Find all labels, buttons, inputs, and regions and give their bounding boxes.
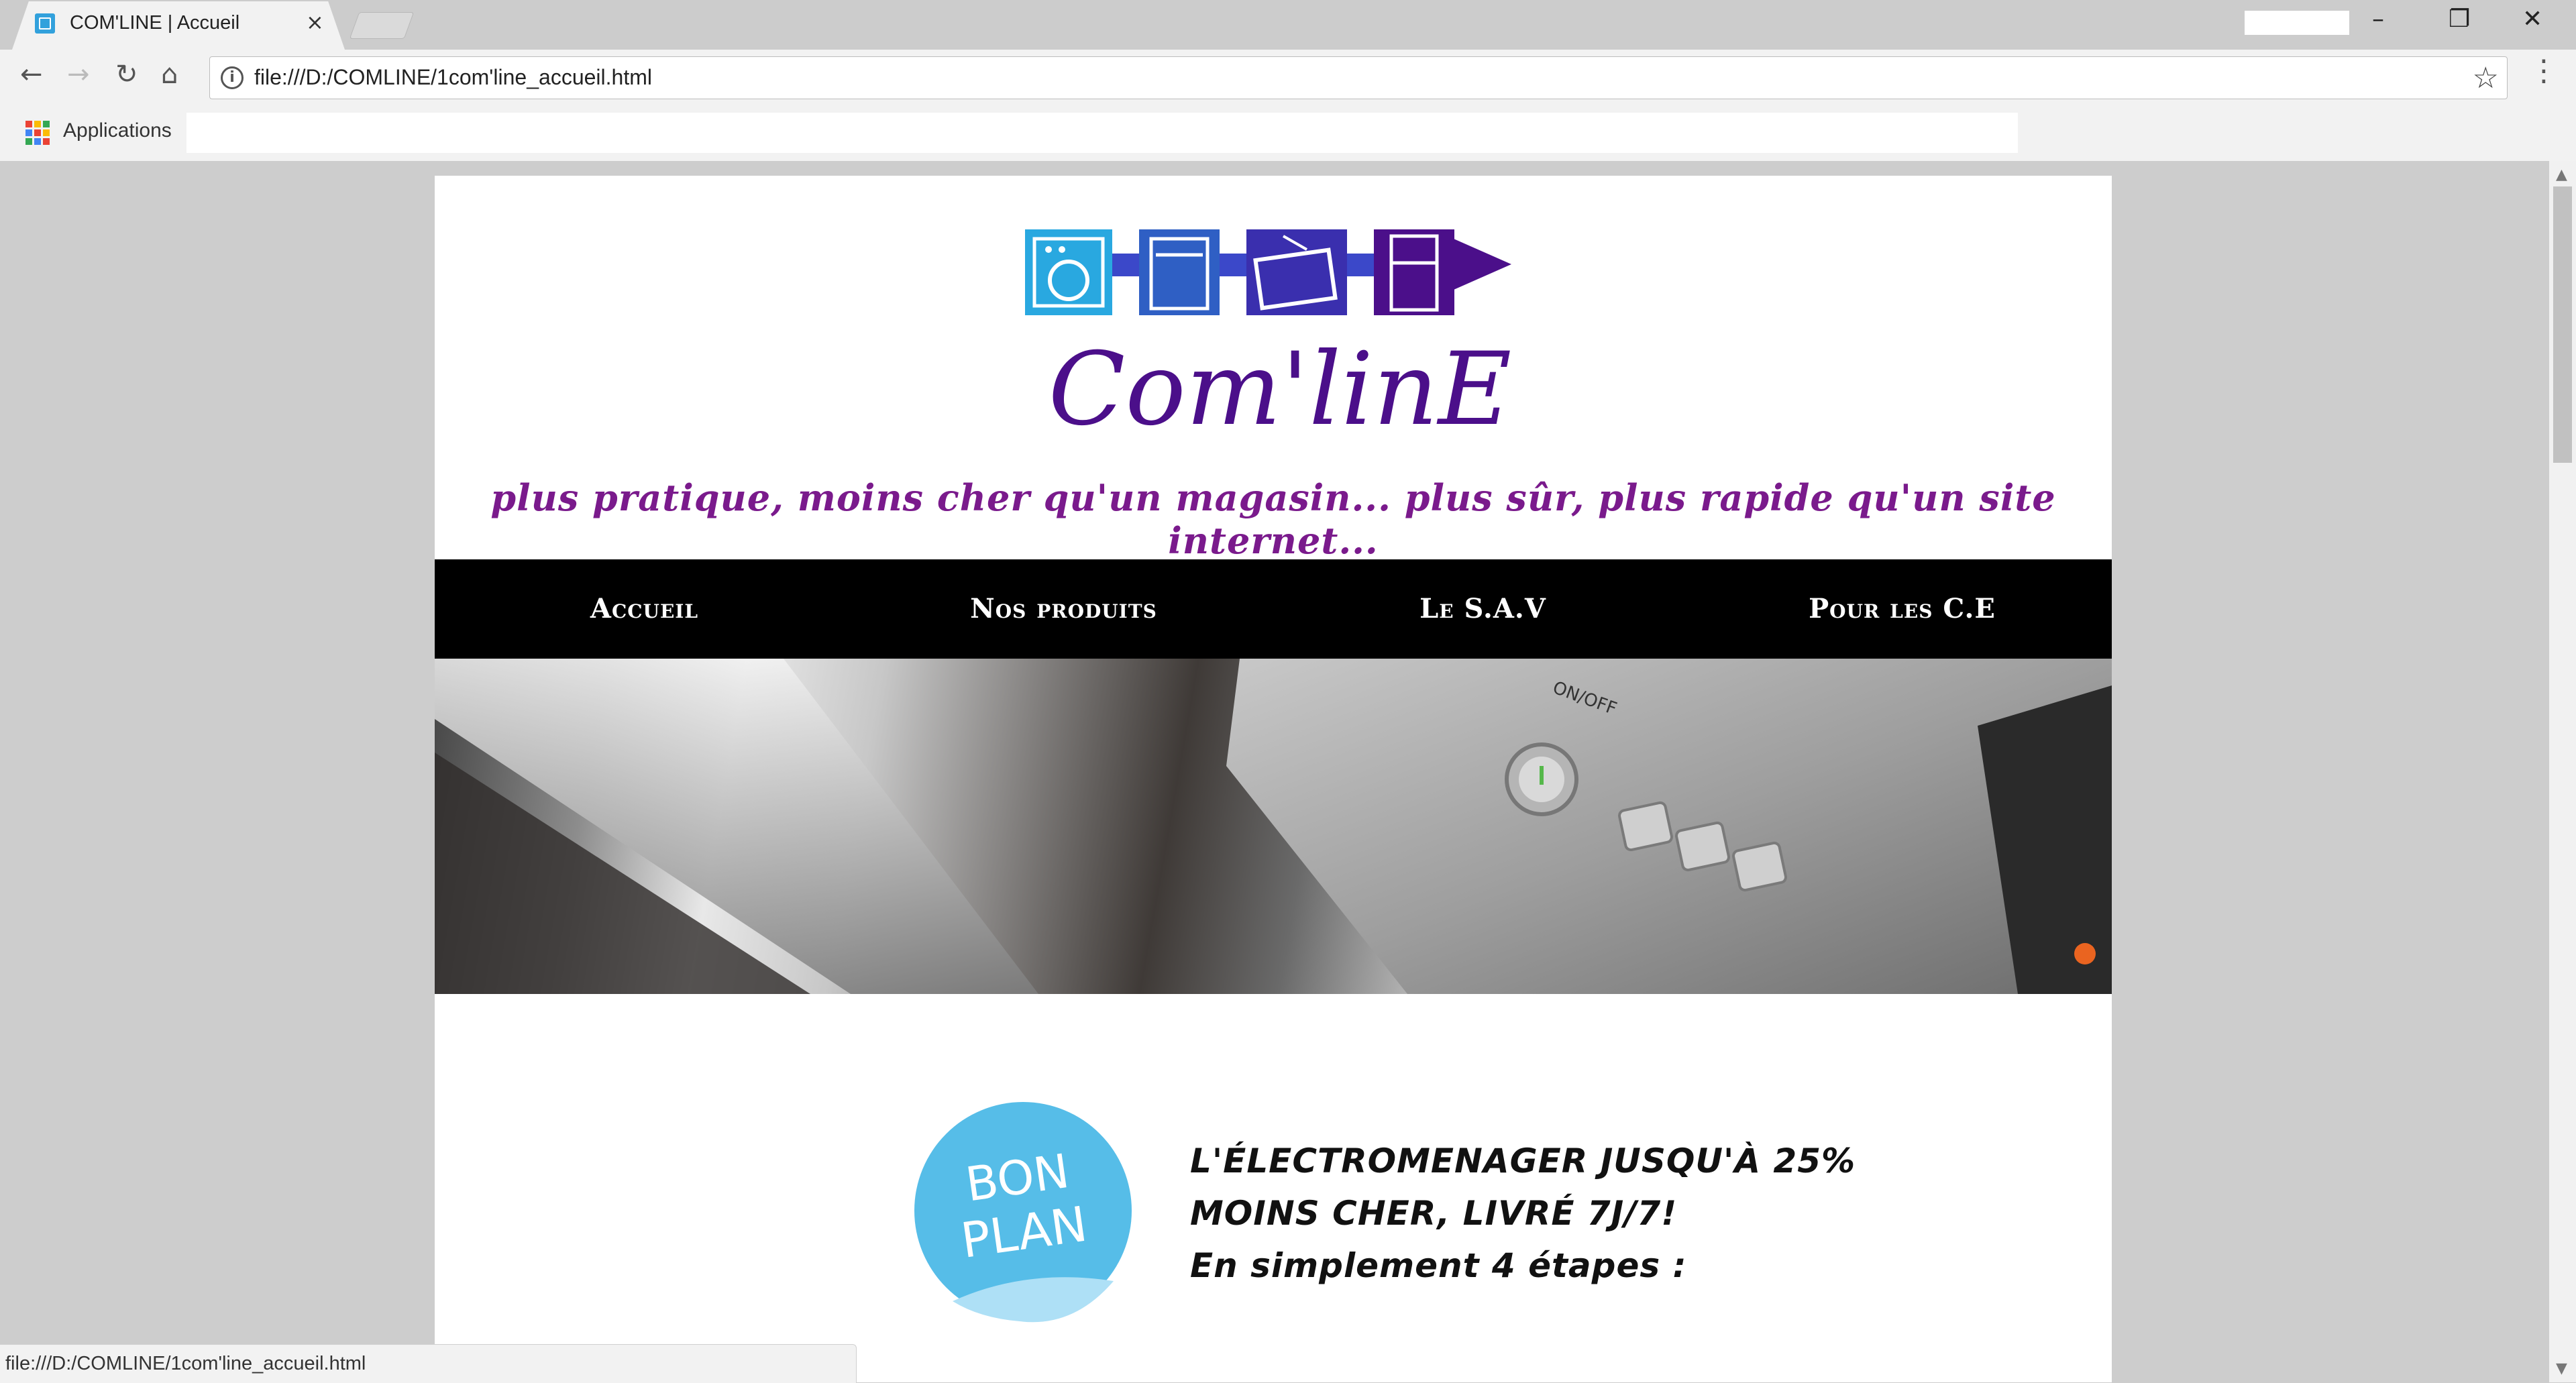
toolbar: ← → ↻ ⌂ i file:///D:/COMLINE/1com'line_a…	[0, 50, 2576, 107]
fridge-icon	[1374, 229, 1454, 315]
promo-line-2: MOINS CHER, LIVRÉ 7J/7!	[1190, 1194, 1678, 1233]
washing-machine-icon	[1025, 229, 1112, 315]
scroll-thumb[interactable]	[2553, 186, 2572, 463]
apps-bookmark-label[interactable]: Applications	[63, 119, 172, 142]
url-text[interactable]: file:///D:/COMLINE/1com'line_accueil.htm…	[254, 65, 652, 90]
status-url: file:///D:/COMLINE/1com'line_accueil.htm…	[5, 1353, 366, 1374]
page-viewport: Com'linE plus pratique, moins cher qu'un…	[0, 161, 2549, 1382]
bookmarks-area	[186, 113, 2018, 153]
dishwasher-icon	[1139, 229, 1220, 315]
web-page: Com'linE plus pratique, moins cher qu'un…	[435, 176, 2112, 1382]
minimize-icon[interactable]: –	[2372, 5, 2384, 33]
favicon-icon	[35, 13, 55, 34]
hero-banner-image: ON/OFF	[435, 659, 2112, 994]
status-bar: file:///D:/COMLINE/1com'line_accueil.htm…	[0, 1344, 857, 1383]
promo-text: L'ÉLECTROMENAGER JUSQU'À 25% MOINS CHER,…	[1190, 1135, 1995, 1292]
nav-le-sav[interactable]: Le S.A.V	[1273, 559, 1693, 659]
site-tagline: plus pratique, moins cher qu'un magasin.…	[490, 476, 2056, 562]
maximize-icon[interactable]: ❐	[2449, 5, 2470, 33]
scroll-up-icon[interactable]: ▲	[2556, 166, 2567, 183]
vertical-scrollbar[interactable]: ▲ ▼	[2549, 161, 2576, 1382]
appliance-panel-illustration: ON/OFF	[435, 659, 2112, 994]
forward-icon[interactable]: →	[67, 59, 90, 90]
bookmark-star-icon[interactable]: ☆	[2473, 61, 2499, 95]
microwave-icon	[1246, 229, 1347, 315]
tab-close-icon[interactable]: ×	[306, 9, 324, 35]
profile-button[interactable]	[2245, 11, 2349, 35]
tab-strip: COM'LINE | Accueil × – ❐ ✕	[0, 0, 2576, 50]
nav-accueil[interactable]: Accueil	[435, 559, 854, 659]
browser-chrome: COM'LINE | Accueil × – ❐ ✕ ← → ↻ ⌂ i fil…	[0, 0, 2576, 162]
bookmarks-bar: Applications	[0, 107, 2576, 162]
menu-icon[interactable]: ⋮	[2529, 56, 2559, 86]
comline-logo[interactable]: Com'linE	[1012, 216, 1548, 444]
apps-grid-icon[interactable]	[25, 121, 50, 145]
main-nav: Accueil Nos produits Le S.A.V Pour les C…	[435, 559, 2112, 659]
address-bar[interactable]: i file:///D:/COMLINE/1com'line_accueil.h…	[209, 56, 2508, 99]
scroll-down-icon[interactable]: ▼	[2556, 1360, 2567, 1377]
tab-title[interactable]: COM'LINE | Accueil	[70, 12, 239, 34]
nav-pour-les-ce[interactable]: Pour les C.E	[1693, 559, 2112, 659]
reload-icon[interactable]: ↻	[115, 59, 138, 90]
logo-arrow	[1448, 236, 1511, 292]
new-tab-button[interactable]	[349, 12, 415, 39]
info-icon[interactable]: i	[221, 66, 244, 89]
promo-line-3: En simplement 4 étapes :	[1190, 1246, 1687, 1285]
logo-wordmark: Com'linE	[1049, 331, 1512, 444]
home-icon[interactable]: ⌂	[161, 59, 178, 90]
nav-nos-produits[interactable]: Nos produits	[854, 559, 1273, 659]
back-icon[interactable]: ←	[20, 59, 43, 90]
promo-line-1: L'ÉLECTROMENAGER JUSQU'À 25%	[1190, 1142, 1856, 1180]
bon-plan-badge: BON PLAN	[914, 1102, 1132, 1323]
window-close-icon[interactable]: ✕	[2522, 5, 2542, 33]
